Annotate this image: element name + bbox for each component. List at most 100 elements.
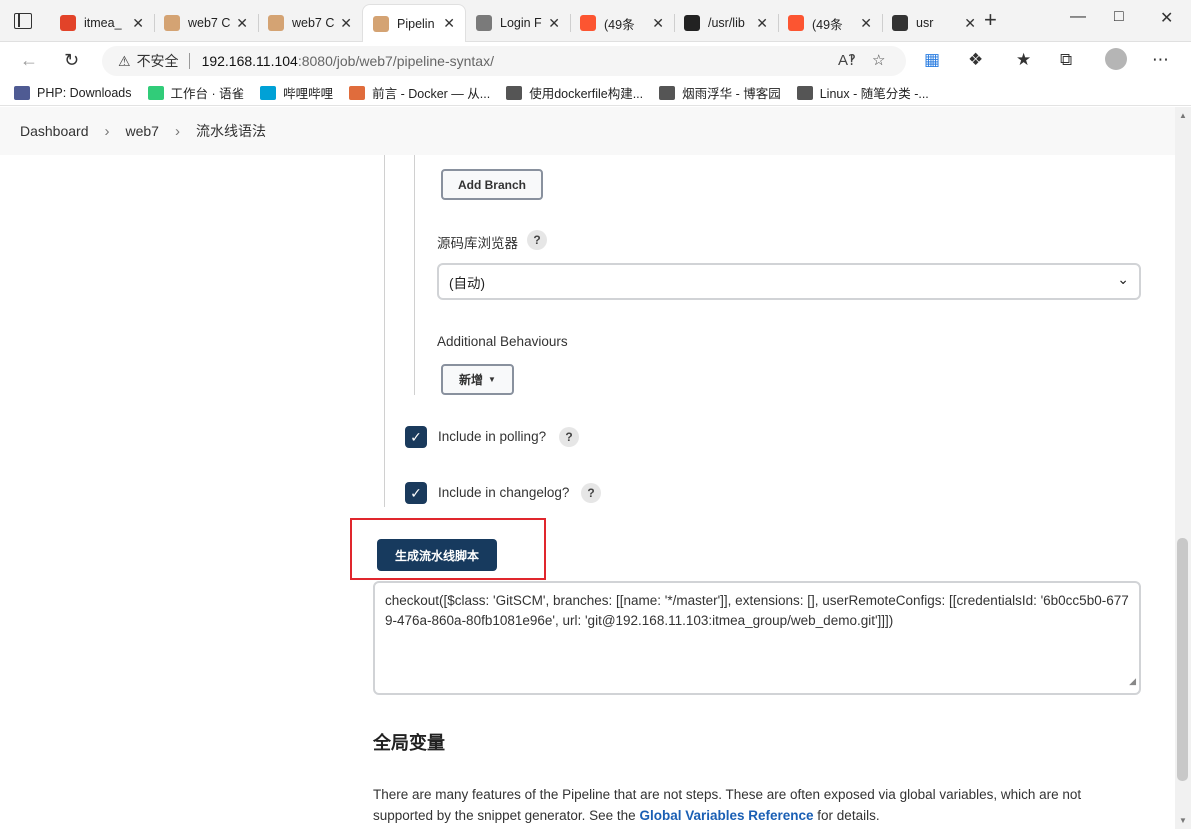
help-icon[interactable]: ? [581,483,601,503]
close-window-icon[interactable]: ✕ [1160,8,1173,28]
gitlab-icon [60,15,76,31]
close-tab-icon[interactable]: ✕ [132,15,144,32]
browser-tab[interactable]: web7 C ✕ [154,4,258,42]
back-arrow-icon[interactable]: ← [20,50,38,71]
new-tab-button[interactable]: + [984,9,997,31]
add-behaviour-dropdown[interactable]: 新增 ▼ [441,364,514,395]
github-icon [684,15,700,31]
include-changelog-label: Include in changelog? [438,485,570,500]
close-tab-icon[interactable]: ✕ [860,15,872,32]
tab-label: Pipelin [397,16,435,31]
help-icon[interactable]: ? [559,427,579,447]
resize-grip-icon[interactable]: ◢ [1129,671,1136,691]
warning-icon: ⚠ [118,52,131,69]
minimize-icon[interactable]: — [1070,8,1086,26]
tab-separator [882,14,883,32]
bookmark-item[interactable]: 前言 - Docker — 从... [349,83,490,102]
read-aloud-icon[interactable]: A‽ [838,51,856,69]
close-tab-icon[interactable]: ✕ [340,15,352,32]
browser-tab[interactable]: Pipelin ✕ [362,4,466,42]
main-content: Add Branch 源码库浏览器 ? (自动) ⌄ Additional Be… [0,155,1175,829]
csdn-icon [788,15,804,31]
bookmarks-bar: PHP: Downloads 工作台 · 语雀 哔哩哔哩 前言 - Docker — … [0,80,1191,106]
more-menu-icon[interactable]: ⋯ [1152,50,1169,70]
tab-separator [674,14,675,32]
generate-pipeline-script-button[interactable]: 生成流水线脚本 [377,539,497,571]
help-icon[interactable]: ? [527,230,547,250]
browser-tab[interactable]: web7 C ✕ [258,4,362,42]
maximize-icon[interactable]: □ [1114,8,1124,26]
browser-tab[interactable]: (49条 ✕ [570,4,674,42]
favorite-add-icon[interactable]: ☆ [872,51,885,69]
breadcrumb: Dashboard › web7 › 流水线语法 [0,107,1175,155]
breadcrumb-job[interactable]: web7 [126,123,159,139]
checkmark-icon: ✓ [410,428,422,445]
tab-actions-icon[interactable] [14,13,32,29]
bookmark-label: 使用dockerfile构建... [529,87,644,101]
bookmark-item[interactable]: 工作台 · 语雀 [147,83,244,102]
jenkins-icon [164,15,180,31]
cnblogs-icon [659,85,676,100]
reload-icon[interactable]: ↻ [64,50,79,71]
include-changelog-checkbox[interactable]: ✓ [405,482,427,504]
include-polling-checkbox[interactable]: ✓ [405,426,427,448]
close-tab-icon[interactable]: ✕ [548,15,560,32]
browser-tab[interactable]: usr ✕ [882,4,986,42]
bookmark-item[interactable]: 哔哩哔哩 [260,83,333,102]
close-tab-icon[interactable]: ✕ [652,15,664,32]
global-variables-title: 全局变量 [373,733,445,753]
repo-browser-label: 源码库浏览器 [437,236,518,251]
tab-label: web7 C [292,16,335,30]
repo-browser-select[interactable]: (自动) ⌄ [437,263,1141,300]
browser-tab[interactable]: (49条 ✕ [778,4,882,42]
bookmark-label: 哔哩哔哩 [283,87,334,101]
nested-section-line [414,155,415,395]
chevron-right-icon: › [174,122,180,140]
bookmark-item[interactable]: PHP: Downloads [14,85,132,100]
bookmark-item[interactable]: Linux - 随笔分类 -... [796,83,929,102]
scroll-up-icon[interactable]: ▲ [1179,111,1187,120]
csdn-icon [580,15,596,31]
browser-tab[interactable]: itmea_ ✕ [50,4,154,42]
bookmark-item[interactable]: 烟雨浮华 - 博客园 [659,83,781,102]
tab-label: /usr/lib [708,16,745,30]
translate-icon[interactable]: ▦ [924,50,940,70]
cnblogs-icon [796,85,813,100]
breadcrumb-dashboard[interactable]: Dashboard [20,123,89,139]
scroll-down-icon[interactable]: ▼ [1179,816,1187,825]
close-tab-icon[interactable]: ✕ [443,15,455,32]
tab-label: itmea_ [84,16,122,30]
add-branch-button[interactable]: Add Branch [441,169,543,200]
yuque-icon [147,85,164,100]
url-field[interactable]: ⚠ 不安全 192.168.11.104 :8080/job/web7/pipe… [102,46,906,76]
breadcrumb-current[interactable]: 流水线语法 [196,121,266,141]
generated-script-textarea[interactable]: checkout([$class: 'GitSCM', branches: [[… [373,581,1141,695]
bookmark-label: 前言 - Docker — 从... [372,87,491,101]
image-icon [476,15,492,31]
url-divider [188,53,190,69]
rocket-icon [349,85,366,100]
browser-tab[interactable]: Login F ✕ [466,4,570,42]
browser-tab[interactable]: /usr/lib ✕ [674,4,778,42]
tab-label: (49条 [812,17,843,32]
tab-separator [258,14,259,32]
global-variables-reference-link[interactable]: Global Variables Reference [639,808,813,823]
cnblogs-icon [506,85,523,100]
close-tab-icon[interactable]: ✕ [236,15,248,32]
extensions-icon[interactable]: ❖ [968,50,983,70]
caret-down-icon: ▼ [488,375,496,384]
bookmark-item[interactable]: 使用dockerfile构建... [506,83,643,102]
profile-avatar[interactable] [1105,48,1127,70]
php-icon [14,85,30,100]
close-tab-icon[interactable]: ✕ [756,15,768,32]
bilibili-icon [260,85,277,100]
collections-icon[interactable]: ⧉ [1060,50,1072,70]
doc-icon [892,15,908,31]
favorites-icon[interactable]: ★ [1016,50,1031,70]
jenkins-icon [373,15,389,32]
scrollbar-thumb[interactable] [1177,538,1188,781]
bookmark-label: 烟雨浮华 - 博客园 [682,87,781,101]
bookmark-label: PHP: Downloads [37,85,132,100]
close-tab-icon[interactable]: ✕ [964,15,976,32]
insecure-label: 不安全 [136,53,179,69]
